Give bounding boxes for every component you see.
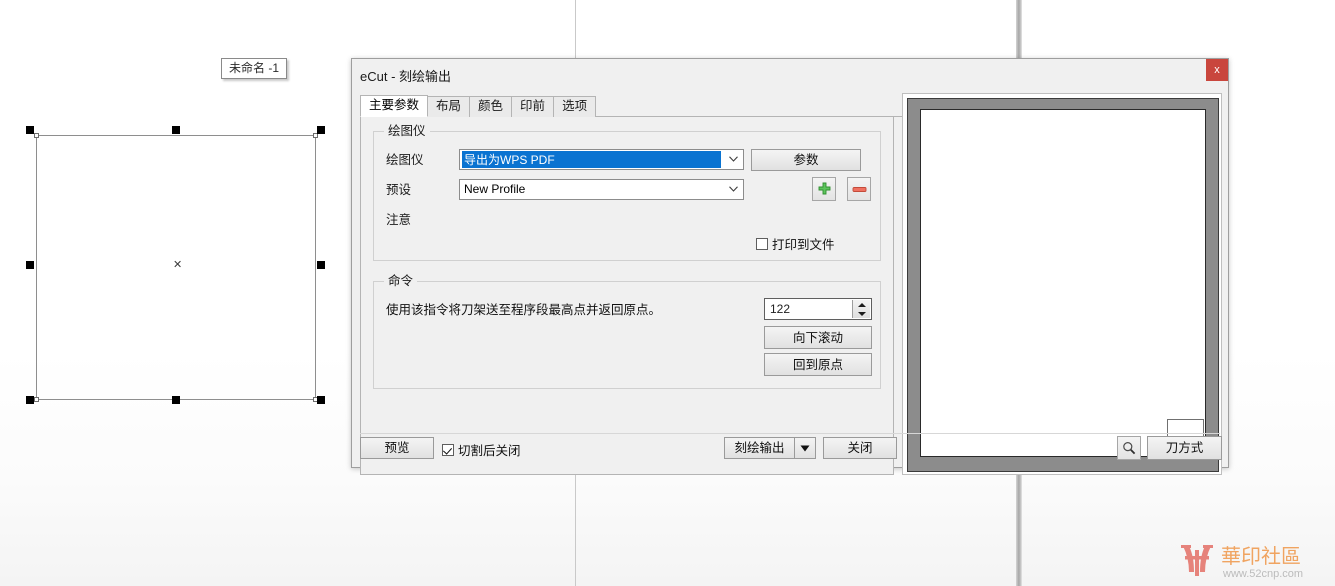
return-home-button[interactable]: 回到原点 xyxy=(764,353,872,376)
tab-main-params[interactable]: 主要参数 xyxy=(360,95,429,117)
footer-separator xyxy=(360,433,1220,434)
add-preset-button[interactable] xyxy=(812,177,836,201)
selection-handle-top-center[interactable] xyxy=(172,126,180,134)
command-group-title: 命令 xyxy=(384,274,418,288)
magnifier-icon xyxy=(1123,441,1136,455)
plotter-select-value: 导出为WPS PDF xyxy=(461,150,722,169)
plotter-field-label: 绘图仪 xyxy=(386,153,424,167)
preview-page xyxy=(920,109,1206,457)
ecut-output-dialog: eCut - 刻绘输出 x 主要参数 布局 颜色 印前 选项 绘图仪 绘图仪 导… xyxy=(351,58,1229,475)
close-after-cut-label: 切割后关闭 xyxy=(458,444,521,458)
remove-preset-button[interactable] xyxy=(847,177,871,201)
plus-icon xyxy=(818,182,830,194)
print-to-file-label: 打印到文件 xyxy=(772,238,835,252)
print-to-file-box[interactable] xyxy=(756,237,768,250)
svg-text:www.52cnp.com: www.52cnp.com xyxy=(1222,568,1303,580)
selection-handle-middle-left[interactable] xyxy=(26,261,34,269)
command-value-stepper[interactable]: 122 xyxy=(764,298,872,320)
tab-layout[interactable]: 布局 xyxy=(427,96,471,117)
svg-text:華印社區: 華印社區 xyxy=(1221,544,1301,568)
node-top-left[interactable] xyxy=(34,133,39,138)
main-params-panel: 绘图仪 绘图仪 导出为WPS PDF 参数 预设 New Profile 注意 … xyxy=(360,117,894,475)
stepper-down-button[interactable] xyxy=(853,309,870,318)
command-groupbox: 命令 使用该指令将刀架送至程序段最高点并返回原点。 122 向下滚动 回到原点 xyxy=(373,274,881,389)
scroll-down-button[interactable]: 向下滚动 xyxy=(764,326,872,349)
dialog-close-button[interactable]: x xyxy=(1206,59,1228,81)
close-dialog-button[interactable]: 关闭 xyxy=(823,437,897,459)
close-after-cut-checkbox[interactable]: 切割后关闭 xyxy=(442,440,521,459)
caret-down-icon xyxy=(857,311,866,316)
dialog-title: eCut - 刻绘输出 xyxy=(360,69,452,84)
print-to-file-checkbox[interactable]: 打印到文件 xyxy=(756,234,835,253)
plotter-select[interactable]: 导出为WPS PDF xyxy=(459,149,744,170)
selection-handle-top-left[interactable] xyxy=(26,126,34,134)
stepper-buttons[interactable] xyxy=(852,300,870,318)
selection-handle-bottom-left[interactable] xyxy=(26,396,34,404)
watermark-logo: 華印社區 www.52cnp.com xyxy=(1177,536,1329,582)
object-name-label: 未命名 -1 xyxy=(221,58,288,79)
selection-handle-middle-right[interactable] xyxy=(317,261,325,269)
preset-select[interactable]: New Profile xyxy=(459,179,744,200)
chevron-down-icon xyxy=(800,445,810,451)
object-center-marker-icon: ✕ xyxy=(173,258,183,271)
screen: 未命名 -1 ✕ 華印社區 www.52cnp.com eCut - 刻绘输出 … xyxy=(0,0,1335,586)
selection-handle-top-right[interactable] xyxy=(317,126,325,134)
plotter-groupbox: 绘图仪 绘图仪 导出为WPS PDF 参数 预设 New Profile 注意 … xyxy=(373,124,881,261)
command-value: 122 xyxy=(770,302,791,316)
selection-handle-bottom-center[interactable] xyxy=(172,396,180,404)
tab-prepress[interactable]: 印前 xyxy=(511,96,555,117)
command-description: 使用该指令将刀架送至程序段最高点并返回原点。 xyxy=(386,303,662,317)
knife-mode-button[interactable]: 刀方式 xyxy=(1147,436,1222,460)
zoom-preview-button[interactable] xyxy=(1117,436,1141,460)
stepper-up-button[interactable] xyxy=(853,300,870,309)
preview-panel[interactable] xyxy=(902,93,1222,475)
plotter-params-button[interactable]: 参数 xyxy=(751,149,861,171)
output-button[interactable]: 刻绘输出 xyxy=(724,437,794,459)
chevron-down-icon xyxy=(729,156,738,162)
preview-button[interactable]: 预览 xyxy=(360,437,434,459)
chevron-down-icon xyxy=(729,186,738,192)
output-dropdown-button[interactable] xyxy=(794,437,816,459)
dialog-titlebar[interactable]: eCut - 刻绘输出 x xyxy=(352,59,1228,91)
preset-field-label: 预设 xyxy=(386,183,412,197)
close-after-cut-box[interactable] xyxy=(442,443,454,456)
preview-mat xyxy=(907,98,1219,472)
minus-icon xyxy=(852,186,866,192)
preset-select-value: New Profile xyxy=(464,182,526,196)
tab-options[interactable]: 选项 xyxy=(553,96,597,117)
caret-up-icon xyxy=(857,302,866,307)
node-bottom-left[interactable] xyxy=(34,397,39,402)
note-field-label: 注意 xyxy=(386,213,412,227)
selection-handle-bottom-right[interactable] xyxy=(317,396,325,404)
tab-color[interactable]: 颜色 xyxy=(469,96,513,117)
plotter-group-title: 绘图仪 xyxy=(384,124,430,138)
